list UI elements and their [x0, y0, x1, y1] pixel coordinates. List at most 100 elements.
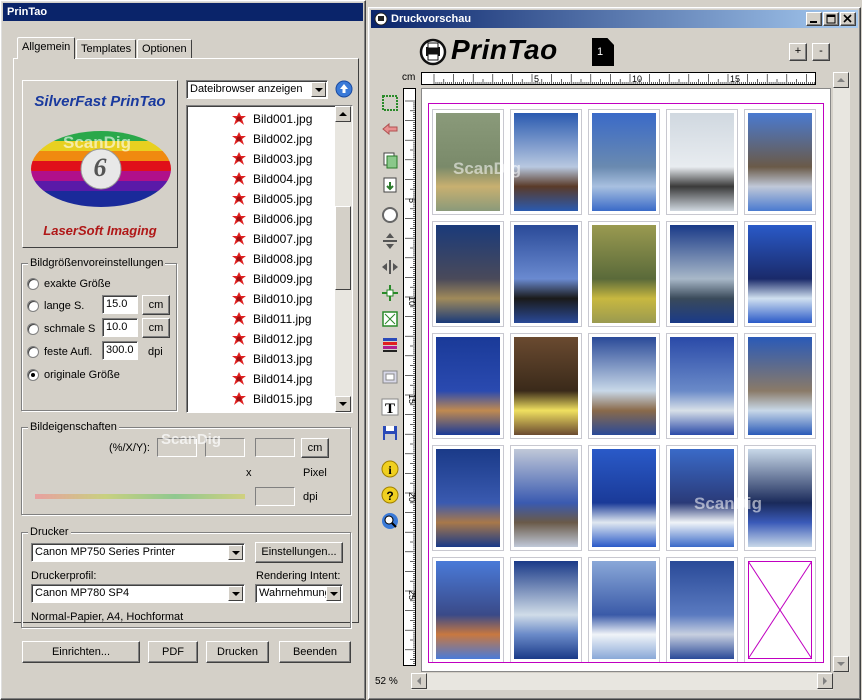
image-file-icon	[232, 272, 246, 285]
tool-circle[interactable]	[379, 204, 399, 224]
tool-vertical-fit[interactable]	[379, 230, 399, 250]
tool-text[interactable]: T	[379, 396, 399, 417]
file-list-item[interactable]: Bild006.jpg	[187, 209, 352, 229]
radio-narrow-side[interactable]	[27, 323, 39, 335]
print-button[interactable]: Drucken	[206, 641, 269, 663]
scroll-up-button[interactable]	[335, 106, 351, 122]
tool-info[interactable]: i	[379, 458, 399, 478]
file-list-item[interactable]: Bild009.jpg	[187, 269, 352, 289]
file-list-item[interactable]: Bild015.jpg	[187, 389, 352, 409]
quit-button[interactable]: Beenden	[279, 641, 351, 663]
file-list-item[interactable]: Bild012.jpg	[187, 329, 352, 349]
tool-paste[interactable]	[379, 174, 399, 194]
tool-fit-page[interactable]	[379, 308, 399, 328]
setup-button[interactable]: Einrichten...	[22, 641, 140, 663]
long-side-unit-button[interactable]: cm	[142, 295, 170, 315]
preview-canvas[interactable]: ScanDig ScanDig	[421, 88, 831, 672]
chevron-down-icon[interactable]	[228, 545, 243, 560]
maximize-button[interactable]	[823, 12, 839, 26]
intent-label: Rendering Intent:	[256, 570, 341, 582]
image-file-icon	[232, 292, 246, 305]
vscroll-up-button[interactable]	[833, 72, 849, 88]
logo-watermark: ScanDig	[63, 133, 132, 152]
file-list-scrollbar[interactable]	[335, 106, 352, 412]
chevron-down-icon[interactable]	[326, 586, 341, 601]
intent-select[interactable]: Wahrnehmung	[255, 584, 343, 603]
profile-label: Druckerprofil:	[31, 570, 97, 582]
file-list-item[interactable]: Bild011.jpg	[187, 309, 352, 329]
ruler-label: 5	[534, 74, 539, 84]
tool-save[interactable]	[379, 422, 399, 442]
zoom-in-button[interactable]: +	[789, 43, 807, 61]
scroll-thumb[interactable]	[335, 206, 351, 290]
tool-color-bars[interactable]	[379, 334, 399, 354]
radio-exact-size[interactable]	[27, 278, 39, 290]
ruler-label: 15	[730, 74, 740, 84]
profile-select[interactable]: Canon MP780 SP4	[31, 584, 245, 603]
preview-titlebar[interactable]: Druckvorschau	[371, 10, 858, 28]
tab-allgemein[interactable]: Allgemein	[17, 37, 76, 59]
file-list-item[interactable]: Bild014.jpg	[187, 369, 352, 389]
app-icon	[374, 12, 388, 26]
tool-frame[interactable]	[379, 366, 399, 386]
scroll-down-button[interactable]	[335, 396, 351, 412]
tool-zoom[interactable]	[379, 510, 399, 530]
tool-back-arrow[interactable]	[379, 118, 399, 138]
horizontal-ruler-ticks: 5101520	[433, 74, 815, 84]
label-long-side: lange S.	[44, 300, 85, 312]
chevron-down-icon[interactable]	[311, 82, 326, 97]
hscroll-right-button[interactable]	[817, 673, 833, 689]
narrow-side-unit-button[interactable]: cm	[142, 318, 170, 338]
chevron-down-icon[interactable]	[228, 586, 243, 601]
print-preview-window: Druckvorschau PrinTao 1 + - cm 5 10 15 20 5…	[368, 7, 861, 700]
copy-icon	[383, 152, 398, 169]
preview-watermark-2: ScanDig	[694, 494, 763, 513]
radio-long-side[interactable]	[27, 300, 39, 312]
tool-horizontal-fit[interactable]	[379, 256, 399, 276]
tab-optionen[interactable]: Optionen	[137, 39, 192, 59]
tool-center[interactable]	[379, 282, 399, 302]
preview-vscrollbar[interactable]	[833, 72, 850, 672]
file-list-item[interactable]: Bild002.jpg	[187, 129, 352, 149]
tool-help[interactable]: ?	[379, 484, 399, 504]
vertical-fit-icon	[383, 233, 397, 249]
fixed-resolution-input[interactable]: 300.0	[102, 341, 138, 360]
zoom-out-button[interactable]: -	[812, 43, 830, 61]
radio-original-size[interactable]	[27, 369, 39, 381]
narrow-side-input[interactable]: 10.0	[102, 318, 138, 337]
file-list-item[interactable]: Bild008.jpg	[187, 249, 352, 269]
upload-arrow-icon[interactable]	[335, 80, 353, 98]
file-list-item[interactable]: Bild013.jpg	[187, 349, 352, 369]
file-list-item[interactable]: Bild005.jpg	[187, 189, 352, 209]
pdf-button[interactable]: PDF	[148, 641, 198, 663]
tool-select[interactable]	[379, 92, 399, 112]
file-list[interactable]: Bild001.jpg Bild002.jpg Bild003.jpg Bild004…	[186, 105, 353, 413]
radio-fixed-resolution[interactable]	[27, 346, 39, 358]
vscroll-down-button[interactable]	[833, 656, 849, 672]
tab-templates[interactable]: Templates	[76, 39, 137, 59]
file-list-item[interactable]: Bild010.jpg	[187, 289, 352, 309]
file-list-item[interactable]: Bild004.jpg	[187, 169, 352, 189]
printer-select[interactable]: Canon MP750 Series Printer	[31, 543, 245, 562]
file-name: Bild002.jpg	[253, 132, 313, 146]
svg-text:?: ?	[386, 489, 393, 503]
preview-watermark-1: ScanDig	[453, 159, 522, 178]
tool-copy[interactable]	[379, 149, 399, 169]
printer-settings-button[interactable]: Einstellungen...	[255, 542, 343, 563]
browser-mode-select[interactable]: Dateibrowser anzeigen	[186, 80, 328, 99]
vertical-ruler: 5 10 15 20 25	[403, 88, 416, 666]
hscroll-left-button[interactable]	[411, 673, 427, 689]
file-list-item[interactable]: Bild003.jpg	[187, 149, 352, 169]
minimize-button[interactable]	[806, 12, 822, 26]
close-button[interactable]	[840, 12, 856, 26]
label-original-size: originale Größe	[44, 369, 120, 381]
file-list-item[interactable]: Bild007.jpg	[187, 229, 352, 249]
preview-hscrollbar[interactable]	[411, 673, 833, 690]
main-titlebar[interactable]: PrinTao	[3, 3, 363, 21]
vertical-ruler-ticks: 5 10 15 20 25	[405, 100, 415, 664]
image-props-unit-button[interactable]: cm	[301, 438, 329, 458]
label-narrow-side: schmale S	[44, 323, 96, 335]
long-side-input[interactable]: 15.0	[102, 295, 138, 314]
file-list-item[interactable]: Bild001.jpg	[187, 109, 352, 129]
file-name: Bild005.jpg	[253, 192, 313, 206]
